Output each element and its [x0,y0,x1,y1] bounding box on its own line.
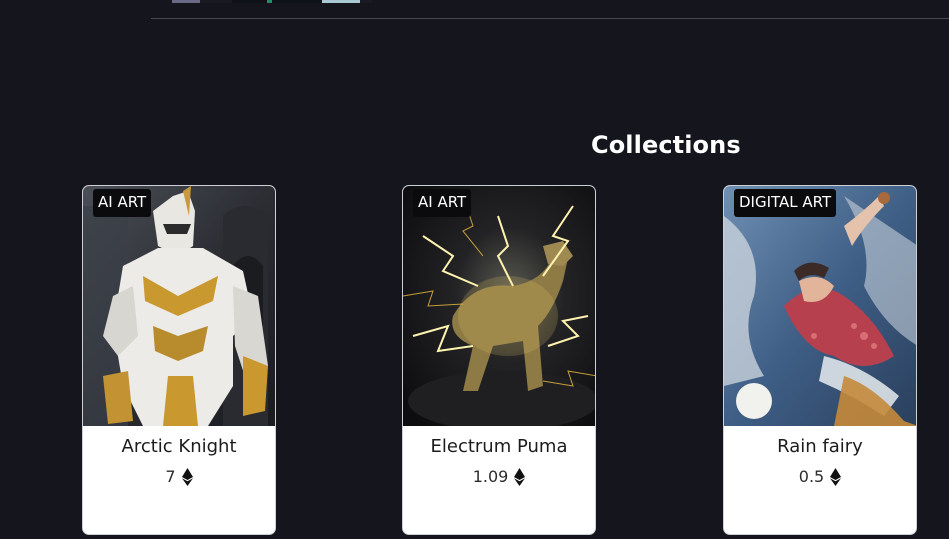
nft-artwork[interactable]: AI ART [83,186,275,426]
ethereum-icon [514,467,526,486]
card-title[interactable]: Arctic Knight [83,436,275,457]
header-image-strip [172,0,372,3]
price-row: 0.5 [724,467,916,486]
page: Collections AI ART Arctic Knight 7 AI AR… [0,0,949,539]
nft-artwork[interactable]: DIGITAL ART [724,186,916,426]
header-divider [151,18,949,19]
price-row: 1.09 [403,467,595,486]
collection-card-electrum-puma[interactable]: AI ART Electrum Puma 1.09 [402,185,596,535]
category-badge: AI ART [93,189,152,217]
ethereum-icon [181,467,193,486]
price-value: 0.5 [798,467,825,486]
collection-card-arctic-knight[interactable]: AI ART Arctic Knight 7 [82,185,276,535]
category-badge: DIGITAL ART [734,189,837,217]
collection-card-rain-fairy[interactable]: DIGITAL ART Rain fairy 0.5 [723,185,917,535]
price-row: 7 [83,467,275,486]
section-title: Collections [591,131,741,159]
nft-artwork[interactable]: AI ART [403,186,595,426]
card-title[interactable]: Rain fairy [724,436,916,457]
price-value: 1.09 [472,467,509,486]
ethereum-icon [830,467,842,486]
category-badge: AI ART [413,189,472,217]
price-value: 7 [165,467,176,486]
card-title[interactable]: Electrum Puma [403,436,595,457]
